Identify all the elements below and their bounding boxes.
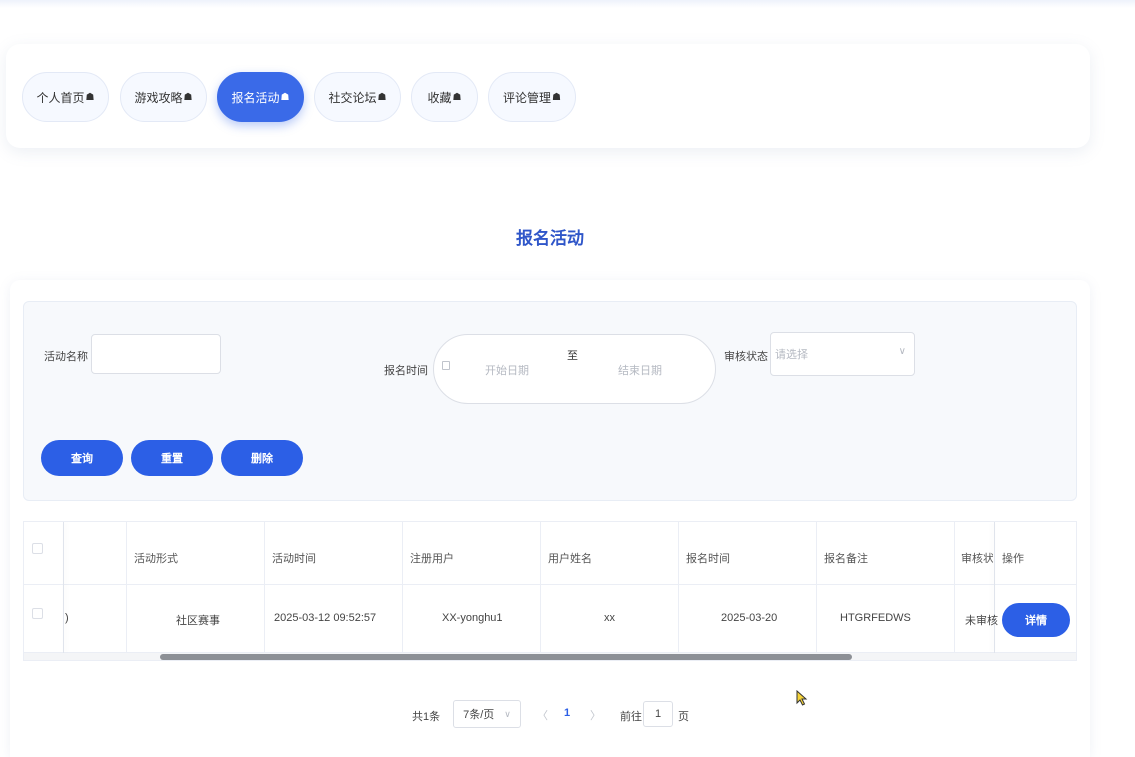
prev-page-button[interactable]: 〈 (537, 707, 548, 735)
nav-tab-label: 报名活动 (231, 90, 280, 105)
page-size-select[interactable]: 7条/页 ∨ (453, 700, 521, 728)
column-divider (126, 522, 127, 653)
search-panel: 活动名称 报名时间 开始日期 至 结束日期 审核状态 请选择 ∨ 查询 重置 删… (23, 301, 1077, 501)
header-divider (24, 584, 1076, 585)
end-date-placeholder[interactable]: 结束日期 (618, 362, 662, 378)
nav-tab-label: 收藏 (427, 90, 452, 105)
range-separator: 至 (567, 350, 578, 362)
detail-button[interactable]: 详情 (1002, 603, 1070, 637)
nav-tab-comment-management[interactable]: 评论管理 ☗ (488, 72, 576, 122)
table-cell-signup-time: 2025-03-20 (721, 612, 778, 624)
activity-name-label: 活动名称 (44, 351, 88, 363)
nav-tab-game-guide[interactable]: 游戏攻略 ☗ (120, 72, 207, 122)
table-cell-activity-form: 社区赛事 (176, 615, 220, 627)
goto-prefix: 前往 (620, 711, 642, 723)
delete-button[interactable]: 删除 (221, 440, 303, 476)
page-size-value: 7条/页 (463, 709, 495, 721)
next-page-button[interactable]: 〉 (590, 707, 601, 735)
fixed-right-column-edge (994, 522, 995, 653)
review-status-placeholder: 请选择 (775, 349, 808, 361)
column-divider (816, 522, 817, 653)
page-title: 报名活动 (516, 229, 584, 248)
hand-icon: ☗ (377, 91, 387, 103)
horizontal-scrollbar[interactable] (24, 653, 1076, 660)
nav-tab-label: 个人首页 (36, 90, 85, 105)
table-cell-review-status: 未审核 (965, 615, 998, 627)
nav-tab-label: 社交论坛 (328, 90, 377, 105)
hand-icon: ☗ (452, 91, 462, 103)
main-card: 活动名称 报名时间 开始日期 至 结束日期 审核状态 请选择 ∨ 查询 重置 删… (10, 280, 1090, 757)
calendar-icon (442, 361, 450, 370)
top-strip (0, 0, 1135, 8)
goto-page-input[interactable] (643, 701, 673, 727)
table-cell-registered-user: XX-yonghu1 (442, 612, 503, 624)
header-signup-note: 报名备注 (824, 553, 868, 565)
hand-icon: ☗ (552, 91, 561, 103)
chevron-down-icon: ∨ (898, 346, 906, 357)
table-cell-signup-note: HTGRFEDWS (840, 612, 911, 624)
signup-time-label: 报名时间 (384, 365, 428, 377)
review-status-label: 审核状态 (724, 351, 768, 363)
column-divider (954, 522, 955, 653)
column-divider (678, 522, 679, 653)
header-activity-time: 活动时间 (272, 553, 316, 565)
mouse-cursor-icon (796, 690, 808, 706)
fixed-left-column-edge (63, 522, 64, 653)
column-divider (402, 522, 403, 653)
activity-name-input[interactable] (91, 334, 221, 374)
review-status-select[interactable]: 请选择 ∨ (770, 332, 915, 376)
table-cell-partial: ) (65, 612, 69, 624)
select-all-checkbox[interactable] (32, 543, 43, 554)
nav-tab-signup-activity[interactable]: 报名活动 ☗ (217, 72, 304, 122)
goto-suffix: 页 (678, 711, 689, 723)
nav-tab-label: 评论管理 (503, 90, 552, 105)
column-divider (264, 522, 265, 653)
data-table: 活动形式 活动时间 注册用户 用户姓名 报名时间 报名备注 审核状态 操作 ) … (23, 521, 1077, 661)
header-signup-time: 报名时间 (686, 553, 730, 565)
table-cell-user-name: xx (604, 612, 615, 624)
column-divider (540, 522, 541, 653)
hand-icon: ☗ (183, 91, 193, 103)
header-registered-user: 注册用户 (410, 553, 454, 565)
pagination-total: 共1条 (412, 711, 441, 723)
start-date-placeholder[interactable]: 开始日期 (485, 362, 529, 378)
hand-icon: ☗ (85, 91, 95, 103)
nav-tab-label: 游戏攻略 (134, 90, 183, 105)
reset-button[interactable]: 重置 (131, 440, 213, 476)
scrollbar-thumb[interactable] (160, 654, 852, 660)
header-review-status: 审核状态 (961, 553, 993, 565)
nav-tab-social-forum[interactable]: 社交论坛 ☗ (314, 72, 401, 122)
nav-tab-favorites[interactable]: 收藏 ☗ (411, 72, 478, 122)
query-button[interactable]: 查询 (41, 440, 123, 476)
row-checkbox[interactable] (32, 608, 43, 619)
signup-date-range[interactable]: 开始日期 至 结束日期 (433, 334, 716, 404)
header-activity-form: 活动形式 (134, 553, 178, 565)
nav-card: 个人首页 ☗ 游戏攻略 ☗ 报名活动 ☗ 社交论坛 ☗ 收藏 ☗ 评论管理 ☗ (6, 44, 1090, 148)
table-cell-activity-time: 2025-03-12 09:52:57 (274, 612, 377, 624)
header-actions: 操作 (1002, 553, 1024, 565)
page-number-current[interactable]: 1 (564, 707, 570, 735)
hand-icon: ☗ (280, 91, 290, 103)
chevron-down-icon: ∨ (504, 708, 511, 719)
header-user-name: 用户姓名 (548, 553, 592, 565)
nav-tab-home[interactable]: 个人首页 ☗ (22, 72, 109, 122)
